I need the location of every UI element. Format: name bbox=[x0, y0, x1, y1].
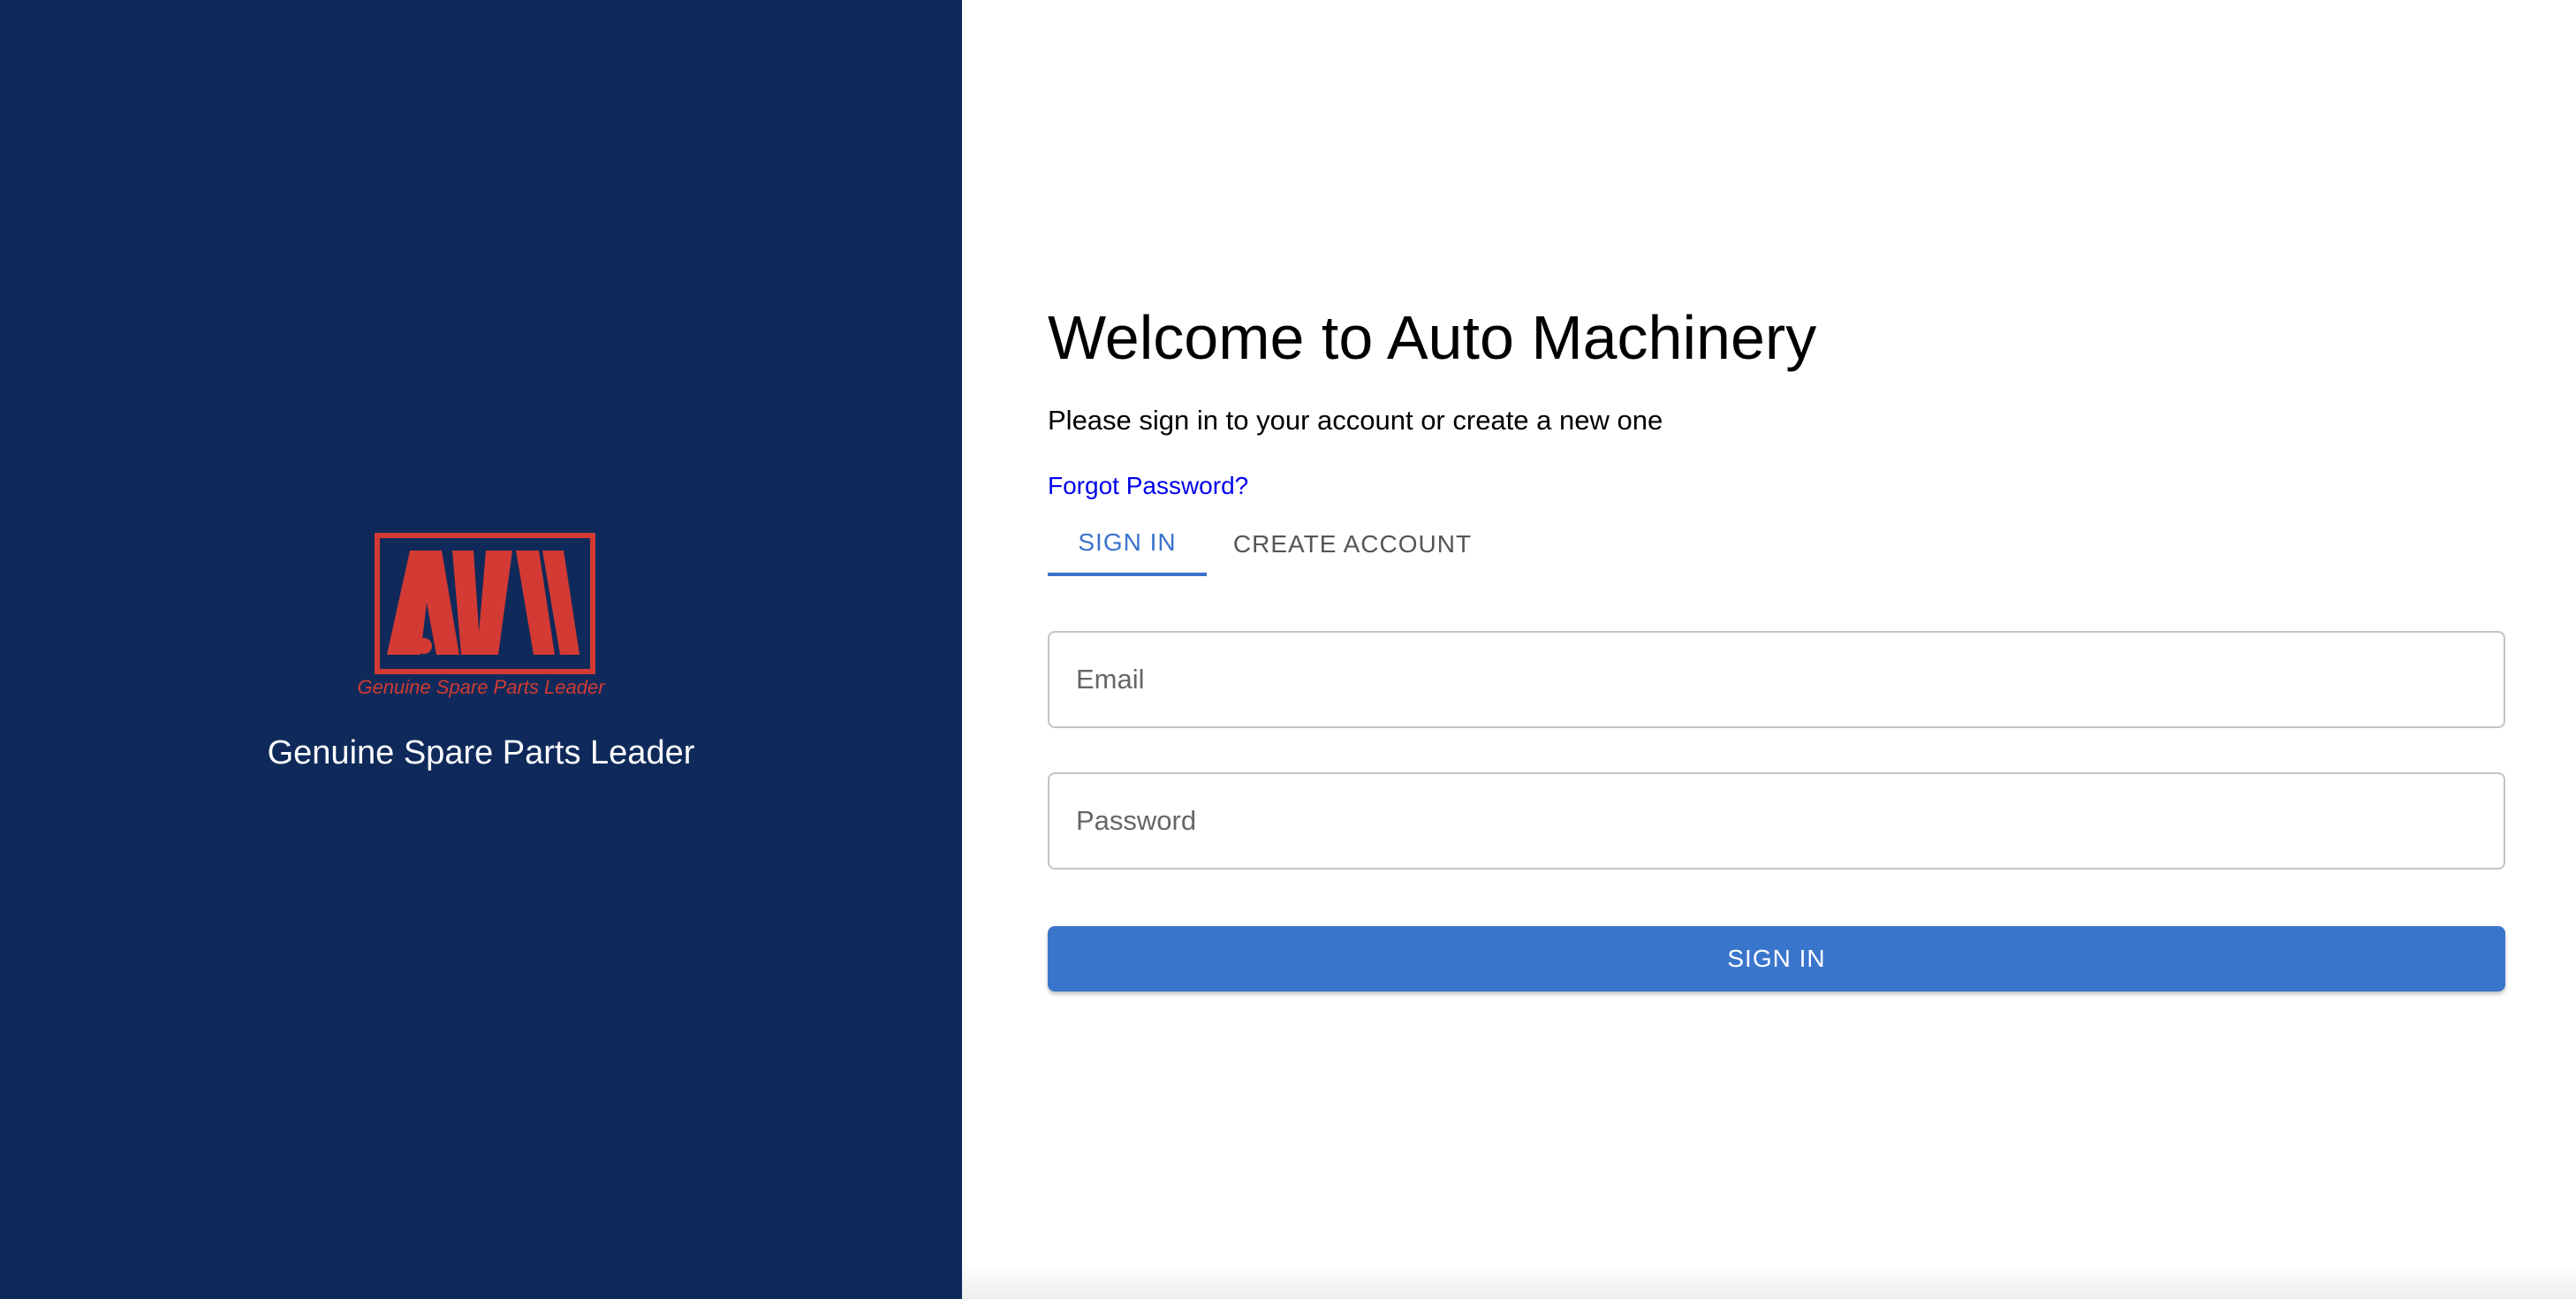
auth-panel: Welcome to Auto Machinery Please sign in… bbox=[962, 0, 2576, 1299]
sign-in-button[interactable]: SIGN IN bbox=[1048, 926, 2505, 991]
password-field-container bbox=[1048, 772, 2505, 870]
page-subtitle: Please sign in to your account or create… bbox=[1048, 405, 1663, 436]
logo-am-mark bbox=[386, 551, 580, 655]
brand-title: Genuine Spare Parts Leader bbox=[267, 734, 695, 771]
logo-tagline: Genuine Spare Parts Leader bbox=[357, 676, 605, 698]
brand-block: Genuine Spare Parts Leader Genuine Spare… bbox=[0, 533, 962, 772]
tab-sign-in[interactable]: SIGN IN bbox=[1048, 513, 1207, 576]
page-title: Welcome to Auto Machinery bbox=[1048, 303, 1817, 372]
forgot-password-link[interactable]: Forgot Password? bbox=[1048, 470, 1248, 502]
password-field[interactable] bbox=[1074, 804, 2504, 838]
auth-form: Welcome to Auto Machinery Please sign in… bbox=[1048, 300, 2505, 991]
company-logo: Genuine Spare Parts Leader bbox=[353, 533, 610, 699]
email-field-container bbox=[1048, 631, 2505, 728]
bottom-shade bbox=[962, 1264, 2576, 1299]
auth-tabs: SIGN IN CREATE ACCOUNT bbox=[1048, 513, 2505, 576]
tab-create-account[interactable]: CREATE ACCOUNT bbox=[1207, 513, 1498, 576]
brand-panel: Genuine Spare Parts Leader Genuine Spare… bbox=[0, 0, 962, 1299]
login-page: Genuine Spare Parts Leader Genuine Spare… bbox=[0, 0, 2576, 1299]
email-field[interactable] bbox=[1074, 663, 2504, 696]
